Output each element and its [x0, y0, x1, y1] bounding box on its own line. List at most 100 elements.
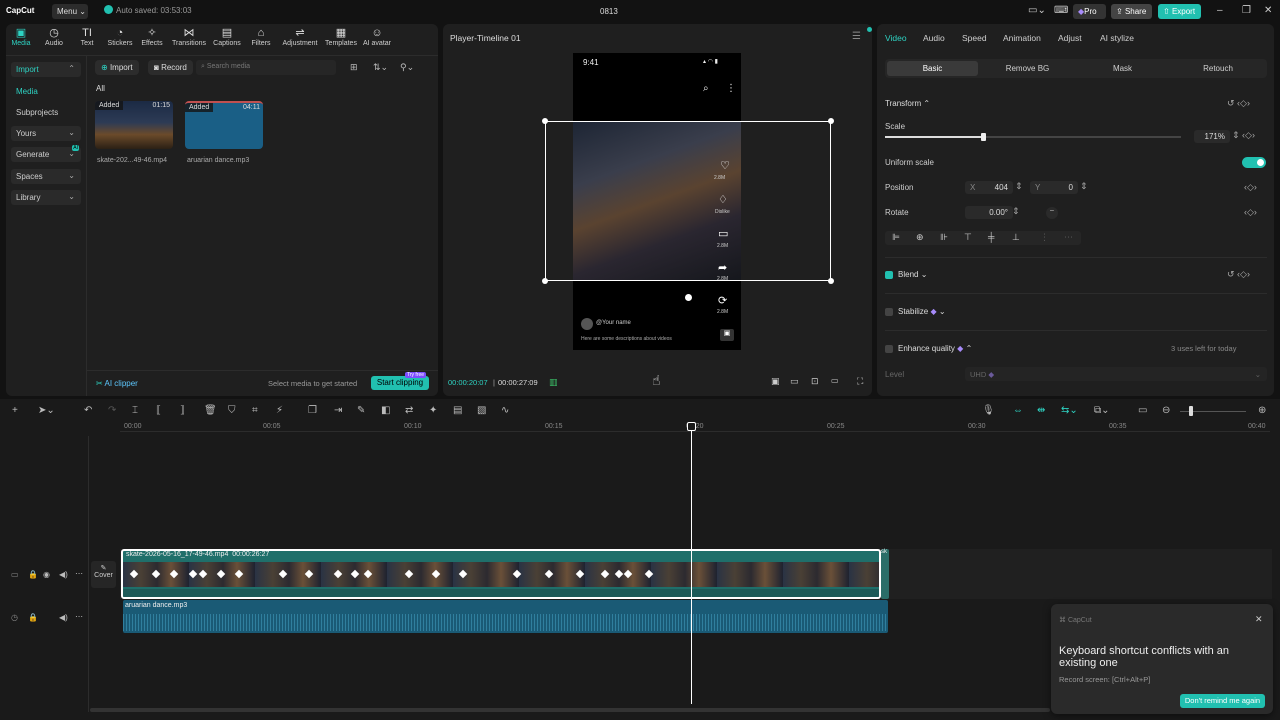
blend-checkbox[interactable] [885, 271, 893, 279]
dont-remind-button[interactable]: Don't remind me again [1180, 694, 1265, 708]
undo-icon[interactable]: ↶ [84, 405, 92, 416]
add-track-icon[interactable]: + [12, 405, 18, 416]
playhead[interactable] [691, 422, 692, 704]
enhance-checkbox[interactable] [885, 345, 893, 353]
ratio-icon[interactable]: ▭ [831, 376, 839, 385]
rotate-input[interactable]: 0.00° [965, 206, 1013, 219]
resize-handle[interactable] [828, 278, 834, 284]
speaker-icon[interactable]: ◀) [59, 570, 68, 579]
view-toggle-icon[interactable]: ⊞ [350, 62, 358, 73]
stepper-icon[interactable]: ⇕ ‹◇› [1232, 130, 1255, 141]
position-x-input[interactable]: X 404 [965, 181, 1013, 194]
split-left-icon[interactable]: ⟦ [156, 405, 161, 416]
tool-captions[interactable]: ▤ Captions [210, 27, 244, 47]
restore-icon[interactable]: ❐ [1242, 5, 1251, 16]
split-icon[interactable]: ⌶ [132, 405, 138, 416]
more-icon[interactable]: ⋯ [75, 612, 83, 621]
reset-icon[interactable]: ↺ ‹◇› [1227, 98, 1250, 109]
delete-icon[interactable]: 🗑 [204, 405, 217, 416]
magic-icon[interactable]: ✎ [357, 405, 365, 416]
share-button[interactable]: ⇪ Share [1111, 4, 1152, 19]
scale-slider-knob[interactable] [980, 133, 986, 141]
resize-handle[interactable] [542, 118, 548, 124]
player-menu-icon[interactable]: ☰ [852, 31, 861, 42]
eye-icon[interactable]: ◉ [43, 570, 50, 579]
close-icon[interactable]: ✕ [1264, 5, 1272, 16]
link-icon[interactable]: ⇔ [1013, 405, 1023, 416]
rotate-dial[interactable]: – [1046, 207, 1058, 219]
blend-header[interactable]: Blend ⌄ [898, 270, 927, 279]
subtab-basic[interactable]: Basic [887, 61, 978, 76]
import-button[interactable]: ⊕ Import [95, 60, 139, 75]
sidebar-subprojects[interactable]: Subprojects [11, 105, 81, 120]
sidebar-library[interactable]: Library ⌄ [11, 190, 81, 205]
caption-toggle-icon[interactable]: ▭ [1138, 405, 1147, 416]
zoom-slider-knob[interactable] [1189, 406, 1193, 416]
mirror-icon[interactable]: ◧ [381, 405, 390, 416]
tab-ai-stylize[interactable]: AI stylize [1100, 33, 1134, 43]
lock-icon[interactable]: 🔒 [28, 570, 38, 579]
preview-axis-icon[interactable]: ⧉⌄ [1094, 405, 1110, 416]
keyframe-icon[interactable]: ‹◇› [1244, 207, 1257, 218]
sidebar-media[interactable]: Media [11, 84, 81, 99]
level-select[interactable]: UHD ◆ ⌄ [965, 367, 1267, 381]
speed-icon[interactable]: ⚡ [276, 405, 283, 416]
subtab-mask[interactable]: Mask [1077, 61, 1168, 76]
split-right-icon[interactable]: ⟧ [180, 405, 185, 416]
tab-audio[interactable]: Audio [923, 33, 945, 43]
subtab-retouch[interactable]: Retouch [1172, 61, 1264, 76]
layout-icon[interactable]: ▭⌄ [1028, 5, 1046, 16]
media-item-audio[interactable]: Added 04:11 [185, 101, 263, 149]
tab-animation[interactable]: Animation [1003, 33, 1041, 43]
rotate-handle[interactable] [683, 292, 694, 303]
project-title[interactable]: 0813 [600, 7, 618, 16]
tool-filters[interactable]: ⌂ Filters [244, 27, 278, 47]
reset-icon[interactable]: ↺ ‹◇› [1227, 269, 1250, 280]
tool-ai-avatar[interactable]: ☺ AI avatar [361, 27, 393, 47]
caption-tool-icon[interactable]: ▤ [453, 405, 462, 416]
align-right-icon[interactable]: ⊪ [940, 232, 948, 243]
tab-speed[interactable]: Speed [962, 33, 987, 43]
audio-wave-icon[interactable]: ∿ [501, 405, 509, 416]
freeze-icon[interactable]: ❐ [308, 405, 317, 416]
filter-all[interactable]: All [96, 84, 105, 93]
cover-button[interactable]: ✎ Cover [91, 561, 116, 588]
ai-edit-icon[interactable]: ✦ [429, 405, 437, 416]
redo-icon[interactable]: ↷ [108, 405, 116, 416]
align-top-icon[interactable]: ⊤ [964, 232, 972, 243]
distribute-h-icon[interactable]: ⋮ [1040, 232, 1049, 243]
shortcuts-icon[interactable]: ⌨ [1054, 5, 1068, 16]
tool-text[interactable]: TI Text [70, 27, 104, 47]
stabilize-checkbox[interactable] [885, 308, 893, 316]
extract-icon[interactable]: ⇥ [334, 405, 342, 416]
align-bottom-icon[interactable]: ⊥ [1012, 232, 1020, 243]
timeline-grid-icon[interactable]: ▥ [549, 377, 558, 388]
stabilize-header[interactable]: Stabilize ◆ ⌄ [898, 307, 946, 316]
tool-effects[interactable]: ✧ Effects [135, 27, 169, 47]
minimize-icon[interactable]: – [1217, 5, 1223, 16]
keyframe-icon[interactable]: ‹◇› [1244, 182, 1257, 193]
subtab-remove-bg[interactable]: Remove BG [982, 61, 1073, 76]
fullscreen-icon[interactable]: ⛶ [857, 376, 863, 387]
full-quality-icon[interactable]: ▭ [790, 376, 799, 387]
tool-media[interactable]: ▣ Media [4, 27, 38, 47]
speaker-icon[interactable]: ◀) [59, 613, 68, 622]
image-tool-icon[interactable]: ▧ [477, 405, 486, 416]
menu-button[interactable]: Menu ⌄ [52, 4, 88, 19]
pro-button[interactable]: ◆Pro [1073, 4, 1106, 19]
transform-header[interactable]: Transform ⌃ [885, 99, 930, 108]
search-input[interactable]: ⌕ Search media [196, 60, 336, 75]
crop-icon[interactable]: ⌗ [252, 405, 258, 416]
sidebar-spaces[interactable]: Spaces ⌄ [11, 169, 81, 184]
stepper-icon[interactable]: ⇕ [1012, 206, 1020, 217]
next-clip[interactable]: sk [881, 549, 889, 599]
tab-video[interactable]: Video [885, 33, 907, 43]
main-track-icon[interactable]: ⇆⌄ [1061, 405, 1078, 416]
selection-box[interactable] [545, 121, 831, 281]
uniform-scale-toggle[interactable] [1242, 157, 1266, 168]
timeline-scrollbar[interactable] [90, 708, 1050, 712]
scale-value[interactable]: 171% [1194, 130, 1230, 143]
stepper-icon[interactable]: ⇕ [1015, 181, 1023, 192]
resize-handle[interactable] [542, 278, 548, 284]
tool-transitions[interactable]: ⋈ Transitions [172, 27, 206, 47]
